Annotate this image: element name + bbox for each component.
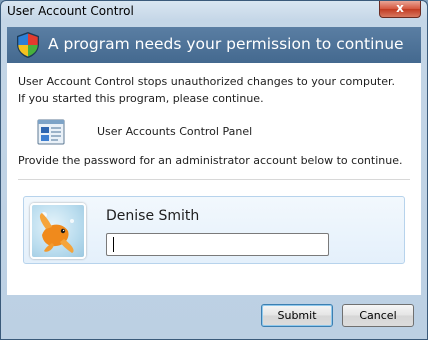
user-name: Denise Smith [106,208,200,224]
cancel-button[interactable]: Cancel [342,304,414,327]
text-caret [113,237,114,252]
divider [18,179,410,180]
goldfish-avatar [30,203,86,259]
program-name: User Accounts Control Panel [97,125,253,138]
submit-button[interactable]: Submit [261,304,333,327]
description-line-2: If you started this program, please cont… [18,92,264,105]
shield-icon [17,32,39,58]
header-banner: A program needs your permission to conti… [7,27,421,63]
title-bar[interactable]: User Account Control x [1,1,427,23]
description: User Account Control stops unauthorized … [18,73,395,107]
description-line-1: User Account Control stops unauthorized … [18,75,396,88]
window-title: User Account Control [7,4,134,18]
control-panel-icon [37,119,65,145]
password-field[interactable] [106,233,329,256]
dialog-body: User Account Control stops unauthorized … [7,63,421,295]
button-bar: Submit Cancel [7,295,421,335]
close-icon: x [396,1,404,15]
user-tile[interactable]: Denise Smith [23,196,405,264]
password-prompt: Provide the password for an administrato… [18,154,403,167]
goldfish-icon [39,212,74,253]
close-button[interactable]: x [379,1,421,18]
dialog-heading: A program needs your permission to conti… [48,35,404,53]
uac-dialog: User Account Control x A program needs y… [0,0,428,340]
